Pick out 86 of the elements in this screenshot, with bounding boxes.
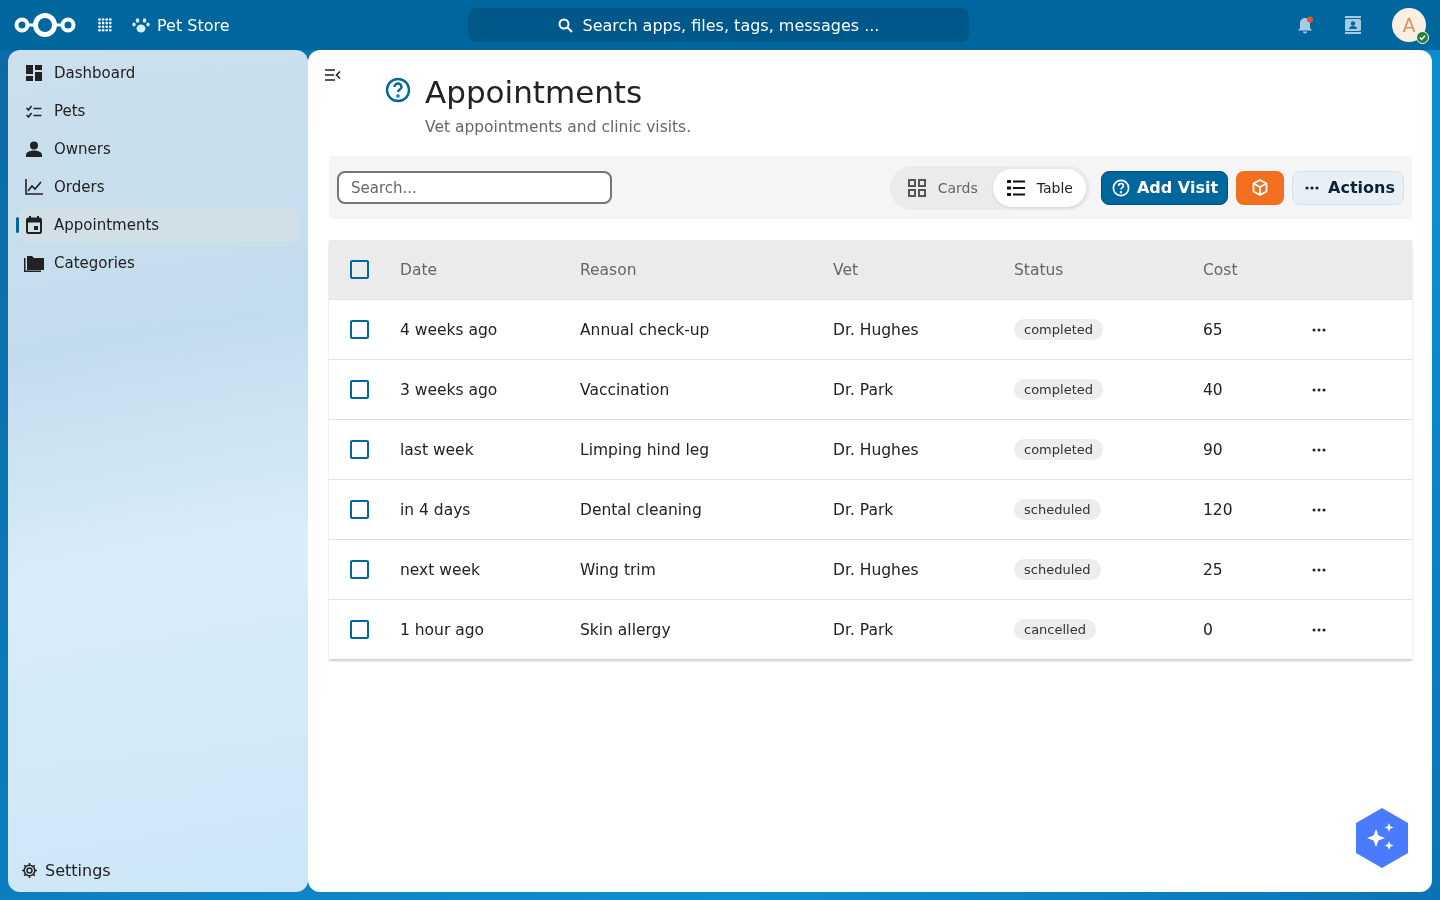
person-icon bbox=[24, 141, 44, 157]
logo-icon[interactable] bbox=[14, 11, 76, 39]
table-cell: Vaccination bbox=[580, 380, 670, 399]
table-cell: 3 weeks ago bbox=[400, 380, 498, 399]
app-grid-icon[interactable] bbox=[98, 18, 112, 32]
more-icon[interactable] bbox=[1312, 627, 1326, 632]
calendar-icon bbox=[24, 216, 44, 234]
sidebar-toggle-icon[interactable] bbox=[325, 69, 341, 81]
nav-item[interactable]: Dashboard bbox=[16, 56, 300, 90]
nav-item[interactable]: Owners bbox=[16, 132, 300, 166]
search-field[interactable]: Search... bbox=[337, 171, 612, 204]
status-badge: completed bbox=[1014, 319, 1103, 340]
table-cell: 0 bbox=[1203, 620, 1213, 639]
table-cell: Dr. Hughes bbox=[833, 440, 919, 459]
table-cell: 90 bbox=[1203, 440, 1223, 459]
status-badge: scheduled bbox=[1014, 559, 1101, 580]
view-tab[interactable]: Cards bbox=[893, 168, 991, 207]
more-icon[interactable] bbox=[1312, 447, 1326, 452]
add-visit-button[interactable]: Add Visit bbox=[1101, 170, 1229, 205]
contacts-icon[interactable] bbox=[1344, 16, 1362, 34]
status-badge: completed bbox=[1014, 379, 1103, 400]
status-badge: completed bbox=[1014, 439, 1103, 460]
checklist-icon bbox=[24, 104, 44, 118]
table-cell: 120 bbox=[1203, 500, 1233, 519]
checkbox[interactable] bbox=[350, 320, 369, 339]
table-cell: Dr. Park bbox=[833, 500, 894, 519]
page-title: Appointments bbox=[425, 74, 644, 110]
search-field[interactable]: Search apps, files, tags, messages ... bbox=[468, 8, 969, 42]
list-icon bbox=[1006, 179, 1025, 196]
nav-item[interactable]: Pets bbox=[16, 94, 300, 128]
more-icon[interactable] bbox=[1312, 387, 1326, 392]
app-name[interactable]: Pet Store bbox=[157, 15, 230, 35]
more-icon[interactable] bbox=[1312, 327, 1326, 332]
column-header[interactable]: Cost bbox=[1203, 260, 1238, 279]
table-cell: Dr. Hughes bbox=[833, 320, 919, 339]
column-header[interactable]: Status bbox=[1014, 260, 1064, 279]
more-icon[interactable] bbox=[1312, 507, 1326, 512]
search-icon bbox=[557, 17, 573, 33]
assistant-button[interactable] bbox=[1356, 808, 1408, 868]
table-cell: Dr. Hughes bbox=[833, 560, 919, 579]
actions-button[interactable]: Actions bbox=[1292, 170, 1404, 205]
package-button[interactable] bbox=[1236, 170, 1285, 205]
table-cell: Limping hind leg bbox=[580, 440, 710, 459]
checkbox[interactable] bbox=[350, 260, 369, 279]
view-tab[interactable]: Table bbox=[992, 168, 1086, 207]
status-badge: cancelled bbox=[1014, 619, 1096, 640]
nav-item[interactable]: Orders bbox=[16, 170, 300, 204]
cube-icon bbox=[1252, 179, 1269, 196]
folder-icon bbox=[24, 254, 44, 272]
table-cell: Wing trim bbox=[580, 560, 656, 579]
grid-icon bbox=[907, 178, 926, 197]
table-cell: Dr. Park bbox=[833, 620, 894, 639]
table-cell: Annual check-up bbox=[580, 320, 710, 339]
table-cell: Dr. Park bbox=[833, 380, 894, 399]
dashboard-icon bbox=[24, 65, 44, 81]
table-cell: last week bbox=[400, 440, 474, 459]
table-cell: 65 bbox=[1203, 320, 1223, 339]
checkbox[interactable] bbox=[350, 620, 369, 639]
help-icon bbox=[1112, 178, 1130, 197]
checkbox[interactable] bbox=[350, 560, 369, 579]
table-cell: 25 bbox=[1203, 560, 1223, 579]
more-icon[interactable] bbox=[1312, 567, 1326, 572]
help-icon bbox=[385, 77, 411, 103]
checkbox[interactable] bbox=[350, 500, 369, 519]
nav-item[interactable]: Categories bbox=[16, 246, 300, 280]
column-header[interactable]: Reason bbox=[580, 260, 637, 279]
table-cell: Dental cleaning bbox=[580, 500, 702, 519]
more-icon bbox=[1305, 185, 1320, 190]
checkbox[interactable] bbox=[350, 440, 369, 459]
table-cell: 40 bbox=[1203, 380, 1223, 399]
bell-icon[interactable] bbox=[1296, 16, 1314, 34]
page-subtitle: Vet appointments and clinic visits. bbox=[425, 118, 693, 136]
checkbox[interactable] bbox=[350, 380, 369, 399]
table-cell: 4 weeks ago bbox=[400, 320, 498, 339]
paw-icon bbox=[132, 17, 150, 33]
status-badge: scheduled bbox=[1014, 499, 1101, 520]
table-cell: Skin allergy bbox=[580, 620, 671, 639]
column-header[interactable]: Vet bbox=[833, 260, 858, 279]
settings-icon bbox=[21, 862, 38, 879]
line-chart-icon bbox=[24, 179, 44, 195]
settings-button[interactable]: Settings bbox=[16, 861, 300, 884]
table-cell: 1 hour ago bbox=[400, 620, 485, 639]
table-cell: next week bbox=[400, 560, 480, 579]
nav-item[interactable]: Appointments bbox=[16, 208, 300, 242]
table-cell: in 4 days bbox=[400, 500, 471, 519]
column-header[interactable]: Date bbox=[400, 260, 438, 279]
